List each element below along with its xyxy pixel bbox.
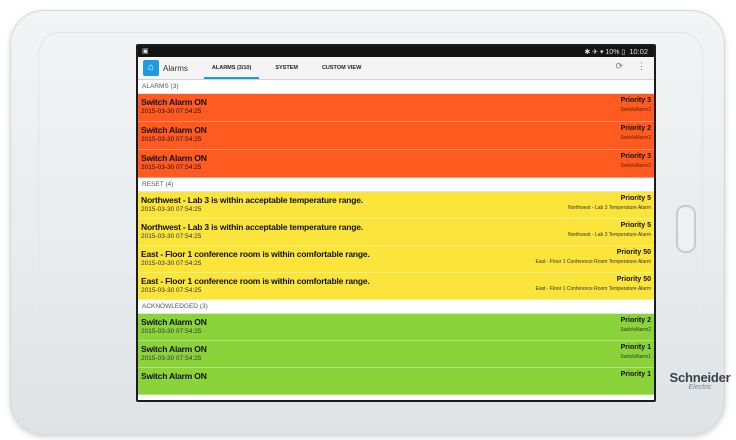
ack-priority: Priority 1 [620,371,651,378]
reset-date: 2015-03-30 07:54:25 [141,260,202,267]
reset-date: 2015-03-30 07:54:25 [141,233,202,240]
brand-name: Schneider [669,370,731,385]
ack-priority: Priority 1 [620,344,651,351]
reset-row[interactable]: East - Floor 1 conference room is within… [138,246,654,273]
reset-row[interactable]: East - Floor 1 conference room is within… [138,273,654,300]
alarm-date: 2015-03-30 07:54:25 [141,164,202,171]
ack-source: SwitchAlarm1 [620,354,651,360]
home-button[interactable] [676,205,696,253]
reset-title: East - Floor 1 conference room is within… [141,276,370,286]
alarm-source: SwitchAlarm3 [620,107,651,113]
appbar-actions: ⟳ ⋮ [615,61,646,72]
alarm-priority: Priority 3 [620,97,651,104]
alarm-title: Switch Alarm ON [141,153,207,163]
ack-source: SwitchAlarm2 [620,327,651,333]
status-time: 10:02 [629,47,648,56]
acknowledged-row[interactable]: Switch Alarm ON 2015-03-30 07:54:25 Prio… [138,341,654,368]
alarm-source: SwitchAlarm2 [620,135,651,141]
app-bar: ⌂ Alarms ALARMS (3/10) SYSTEM CUSTOM VIE… [138,57,654,80]
alarm-priority: Priority 2 [620,125,651,132]
reset-priority: Priority 5 [620,222,651,229]
alarm-priority: Priority 3 [620,153,651,160]
overflow-menu-icon[interactable]: ⋮ [637,61,646,72]
alarm-row[interactable]: Switch Alarm ON 2015-03-30 07:54:25 Prio… [138,150,654,178]
reset-date: 2015-03-30 07:54:25 [141,287,202,294]
refresh-icon[interactable]: ⟳ [615,61,623,72]
tab-custom-view[interactable]: CUSTOM VIEW [310,57,373,79]
ack-title: Switch Alarm ON [141,344,207,354]
alarm-app-icon: ⌂ [143,60,159,76]
status-bar: ▣ ✱ ✈ ▾ 10% ▯ 10:02 [138,46,654,57]
status-indicators: ✱ ✈ ▾ 10% ▯ 10:02 [584,47,648,56]
alarm-title: Switch Alarm ON [141,125,207,135]
alarm-date: 2015-03-30 07:54:25 [141,108,202,115]
tablet-screen: ▣ ✱ ✈ ▾ 10% ▯ 10:02 ⌂ Alarms ALARMS (3/1… [136,44,656,402]
alarm-row[interactable]: Switch Alarm ON 2015-03-30 07:54:25 Prio… [138,122,654,150]
alarm-date: 2015-03-30 07:54:25 [141,136,202,143]
section-header-alarms: ALARMS (3) [138,80,654,94]
tab-system[interactable]: SYSTEM [263,57,310,79]
ack-title: Switch Alarm ON [141,317,207,327]
status-icons: ✱ ✈ ▾ 10% ▯ [584,48,626,56]
reset-title: Northwest - Lab 3 is within acceptable t… [141,222,363,232]
section-header-reset: RESET (4) [138,178,654,192]
reset-priority: Priority 50 [616,249,651,256]
notification-icon: ▣ [142,48,149,55]
brand-sub: Electric [688,384,712,391]
acknowledged-row[interactable]: Switch Alarm ON Priority 1 [138,368,654,395]
ack-priority: Priority 2 [620,317,651,324]
reset-row[interactable]: Northwest - Lab 3 is within acceptable t… [138,219,654,246]
app-title: Alarms [163,63,188,73]
reset-priority: Priority 50 [616,276,651,283]
alarm-row[interactable]: Switch Alarm ON 2015-03-30 07:54:25 Prio… [138,94,654,122]
ack-date: 2015-03-30 07:54:25 [141,328,202,335]
reset-source: Northwest - Lab 3 Temperature Alarm [567,205,651,211]
reset-date: 2015-03-30 07:54:25 [141,206,202,213]
reset-source: East - Floor 1 Conference Room Temperatu… [535,286,651,292]
alarm-title: Switch Alarm ON [141,97,207,107]
tab-alarms[interactable]: ALARMS (3/10) [200,57,263,79]
acknowledged-row[interactable]: Switch Alarm ON 2015-03-30 07:54:25 Prio… [138,314,654,341]
ack-date: 2015-03-30 07:54:25 [141,355,202,362]
ack-title: Switch Alarm ON [141,371,207,381]
section-header-acknowledged: ACKNOWLEDGED (3) [138,300,654,314]
reset-title: East - Floor 1 conference room is within… [141,249,370,259]
reset-priority: Priority 5 [620,195,651,202]
reset-source: East - Floor 1 Conference Room Temperatu… [535,259,651,265]
reset-title: Northwest - Lab 3 is within acceptable t… [141,195,363,205]
reset-source: Northwest - Lab 3 Temperature Alarm [567,232,651,238]
brand-logo: Schneider Electric [668,370,732,391]
reset-row[interactable]: Northwest - Lab 3 is within acceptable t… [138,192,654,219]
alarm-source: SwitchAlarm3 [620,163,651,169]
